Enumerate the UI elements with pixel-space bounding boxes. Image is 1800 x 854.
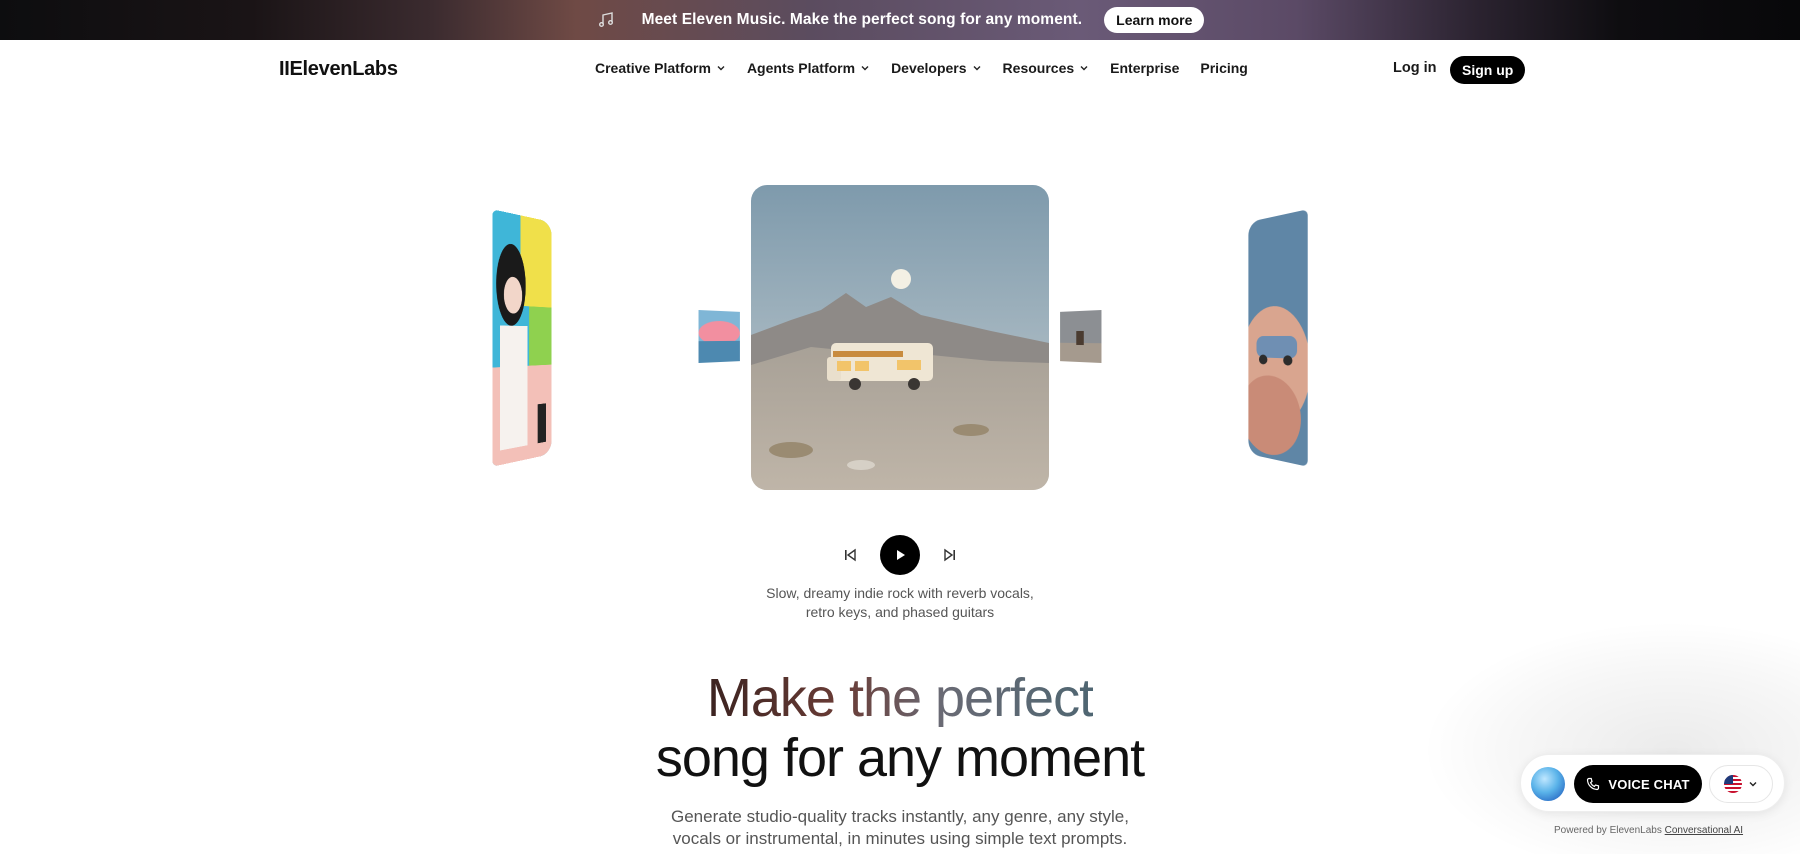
powered-by-prefix: Powered by ElevenLabs [1554,825,1662,836]
nav-item-agents-platform[interactable]: Agents Platform [747,60,870,76]
album-card-left[interactable] [492,209,552,467]
widget-shadow [1420,620,1800,854]
nav-item-label: Agents Platform [746,60,856,76]
us-flag-icon [1724,775,1742,793]
next-track-button[interactable] [942,547,958,563]
powered-by-text: Powered by ElevenLabs Conversational AI [1554,825,1743,836]
nav-item-label: Pricing [1200,60,1248,76]
nav-item-resources[interactable]: Resources [1003,60,1090,76]
voice-chat-label: VOICE CHAT [1608,776,1690,792]
conversational-ai-link[interactable]: Conversational AI [1665,825,1743,836]
album-thumb-right[interactable] [1060,310,1102,363]
chevron-down-icon [861,66,869,71]
signup-button[interactable]: Sign up [1450,56,1526,84]
nav-item-label: Resources [1002,60,1075,76]
chevron-down-icon [717,66,725,71]
chevron-down-icon [1749,782,1757,787]
chevron-down-icon [973,66,981,71]
language-select[interactable] [1709,765,1773,803]
track-description: Slow, dreamy indie rock with reverb voca… [0,584,1800,622]
learn-more-button[interactable]: Learn more [1104,7,1205,33]
previous-track-button[interactable] [842,547,858,563]
nav-item-label: Enterprise [1110,60,1180,76]
nav-item-enterprise[interactable]: Enterprise [1110,60,1179,76]
play-icon [897,550,905,560]
nav-item-creative-platform[interactable]: Creative Platform [595,60,726,76]
nav-item-label: Creative Platform [595,60,711,76]
album-card-main[interactable] [751,185,1049,490]
album-thumb-left[interactable] [698,310,740,363]
music-note-icon [596,10,616,30]
track-description-line1: Slow, dreamy indie rock with reverb voca… [766,585,1034,601]
chevron-down-icon [1080,66,1088,71]
phone-icon [1587,777,1600,791]
top-nav: IIElevenLabs Creative Platform Agents Pl… [0,40,1800,102]
banner-text: Meet Eleven Music. Make the perfect song… [641,11,1083,28]
voice-chat-button[interactable]: VOICE CHAT [1574,765,1702,803]
nav-links: Creative Platform Agents Platform Develo… [595,60,1248,76]
album-carousel [0,160,1800,500]
nav-item-pricing[interactable]: Pricing [1200,60,1247,76]
voice-chat-widget: VOICE CHAT [1520,754,1785,812]
nav-item-developers[interactable]: Developers [891,60,981,76]
play-button[interactable] [880,535,920,575]
album-card-right[interactable] [1248,209,1308,467]
agent-orb-icon[interactable] [1531,767,1565,801]
page: Meet Eleven Music. Make the perfect song… [0,0,1800,854]
player-controls [0,535,1800,575]
skip-back-icon [845,548,856,562]
nav-item-label: Developers [891,60,967,76]
hero-headline-line1: Make the perfect [706,668,1094,728]
announcement-banner: Meet Eleven Music. Make the perfect song… [0,0,1800,40]
elevenlabs-logo[interactable]: IIElevenLabs [279,58,398,81]
skip-forward-icon [944,548,955,562]
login-link[interactable]: Log in [1393,60,1437,76]
